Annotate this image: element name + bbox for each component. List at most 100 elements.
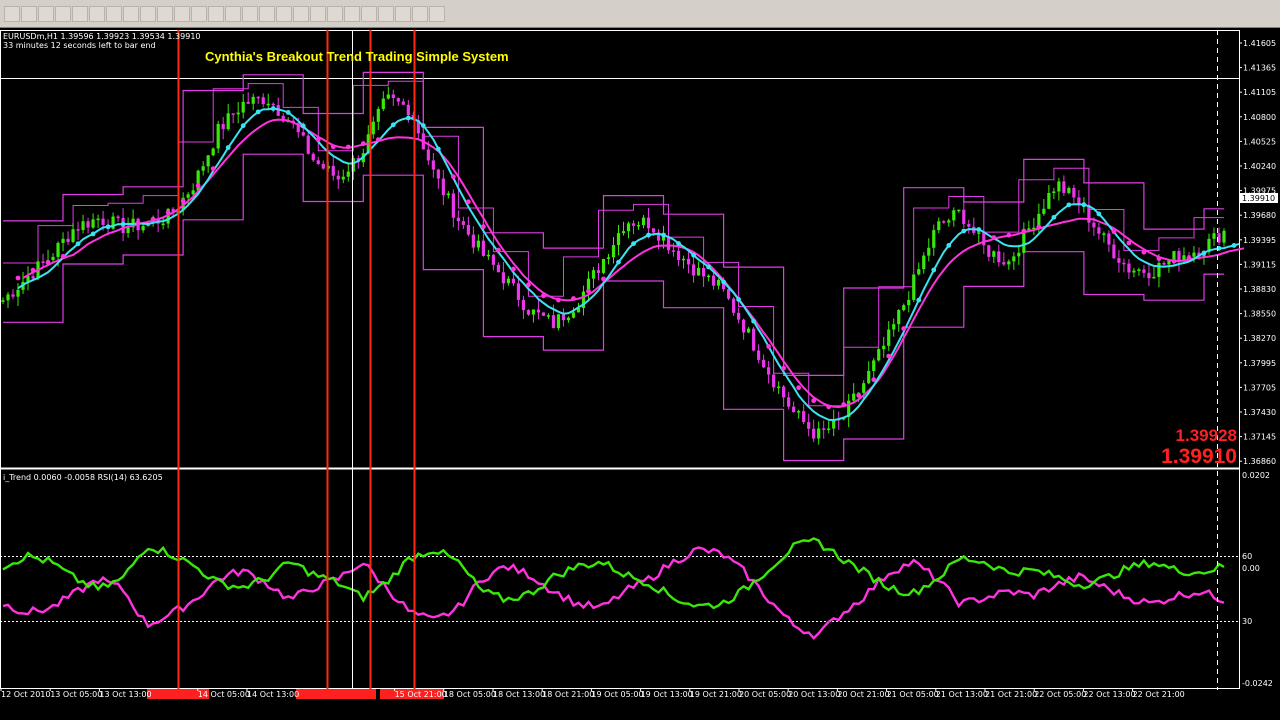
candle-body [531,309,536,315]
toolbar-button[interactable] [429,6,445,22]
trend-dot [180,198,186,204]
toolbar-button[interactable] [293,6,309,22]
toolbar-button[interactable] [225,6,241,22]
price-tick-label: 1.40525 [1243,137,1276,146]
candle-body [336,175,340,180]
candle-body [231,113,235,115]
time-tick-label: 20 Oct 13:00 [788,690,840,699]
candle-body [962,209,966,225]
candle-body [161,223,165,226]
candle-body [907,299,911,306]
toolbar-button[interactable] [4,6,20,22]
toolbar-button[interactable] [38,6,54,22]
candle-body [6,294,10,301]
toolbar-button[interactable] [21,6,37,22]
candle-body [611,245,616,258]
trend-dot [1036,224,1042,230]
candle-body [942,221,946,223]
toolbar [0,0,1280,28]
trend-dot [1111,229,1117,235]
candle-body [521,299,526,311]
toolbar-button[interactable] [157,6,173,22]
trend-dot [556,297,561,303]
time-tick-label: 21 Oct 13:00 [936,690,988,699]
trend-dot [375,137,381,143]
candle-body [737,312,741,320]
toolbar-button[interactable] [191,6,207,22]
trend-dot [240,123,246,129]
ask-price-label: 1.39910 [1161,445,1237,468]
candle-body [446,193,450,196]
price-chart[interactable]: EURUSDm,H1 1.39596 1.39923 1.39534 1.399… [0,28,1280,720]
candle-body [1092,222,1096,228]
candle-body [216,124,220,149]
trend-dot [1171,258,1177,264]
candle-body [321,163,325,169]
candle-body [1192,252,1196,257]
candle-body [621,231,626,234]
toolbar-button[interactable] [55,6,71,22]
candle-body [61,238,65,243]
candle-body [1027,228,1031,230]
candle-body [306,135,310,154]
candle-body [787,397,791,407]
candle-body [601,258,606,273]
candle-body [16,289,20,297]
trend-dot [300,123,306,129]
trend-dot [496,247,501,253]
candle-body [251,96,255,104]
candle-body [211,148,215,156]
toolbar-button[interactable] [259,6,275,22]
toolbar-button[interactable] [344,6,360,22]
trend-dot [826,404,832,410]
toolbar-button[interactable] [276,6,292,22]
toolbar-button[interactable] [72,6,88,22]
toolbar-button[interactable] [89,6,105,22]
toolbar-button[interactable] [208,6,224,22]
candle-body [96,218,100,221]
trend-dot [255,109,261,115]
trend-dot [15,275,21,281]
toolbar-button[interactable] [412,6,428,22]
time-highlight [296,689,376,699]
trend-dot [811,398,817,404]
candle-body [726,289,731,299]
trend-dot [526,282,531,288]
candle-body [1062,181,1066,193]
toolbar-button[interactable] [327,6,343,22]
candle-body [1122,262,1126,265]
toolbar-button[interactable] [361,6,377,22]
candle-body [997,251,1001,263]
candle-body [56,242,60,257]
price-tick-label: 1.40800 [1243,113,1276,122]
candle-body [596,270,601,273]
time-tick-label: 18 Oct 21:00 [542,690,594,699]
bid-price-label: 1.39928 [1176,426,1237,445]
candle-body [747,328,751,333]
candle-body [191,190,195,195]
candle-body [566,317,571,321]
toolbar-button[interactable] [174,6,190,22]
bar-timer: 33 minutes 12 seconds left to bar end [3,41,156,50]
candle-body [1,300,5,302]
trend-dot [601,276,606,282]
toolbar-button[interactable] [106,6,122,22]
candle-body [731,298,736,313]
toolbar-button[interactable] [242,6,258,22]
toolbar-button[interactable] [140,6,156,22]
candle-body [451,193,455,218]
trend-dot [60,253,66,259]
toolbar-button[interactable] [395,6,411,22]
toolbar-button[interactable] [123,6,139,22]
toolbar-button[interactable] [378,6,394,22]
toolbar-button[interactable] [310,6,326,22]
candle-body [1107,233,1111,245]
trend-dot [435,146,441,152]
candle-body [1057,181,1061,192]
candle-body [887,329,891,346]
trend-dot [646,232,651,238]
candle-body [1157,263,1161,277]
time-tick-label: 18 Oct 05:00 [444,690,496,699]
trend-dot [1081,202,1087,208]
candle-body [81,221,85,231]
